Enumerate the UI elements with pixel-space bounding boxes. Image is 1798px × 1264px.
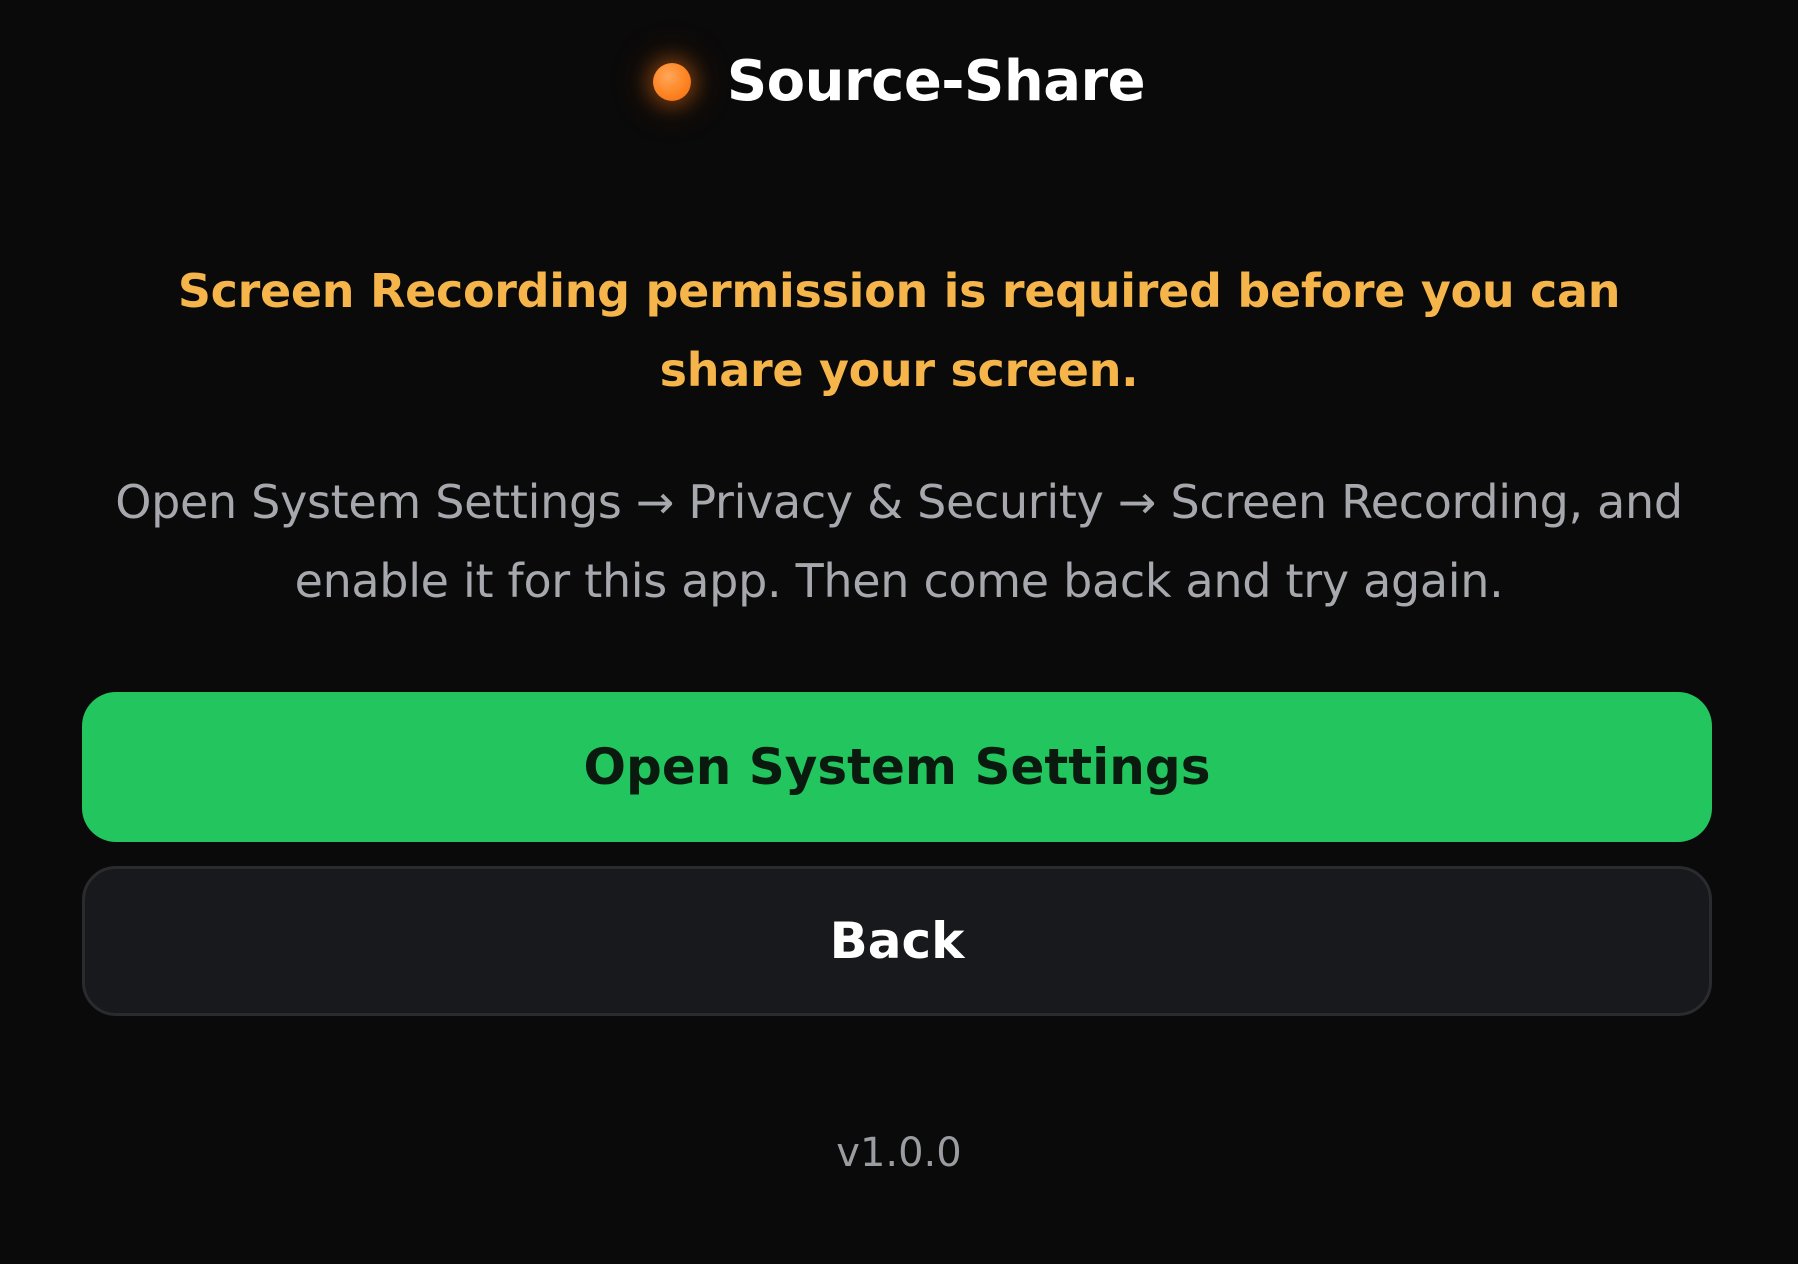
permission-warning: Screen Recording permission is required … xyxy=(177,264,1621,397)
app-header: Source-Share xyxy=(0,46,1798,118)
back-button[interactable]: Back xyxy=(82,866,1712,1016)
version-label: v1.0.0 xyxy=(836,1130,962,1176)
open-system-settings-button[interactable]: Open System Settings xyxy=(82,692,1712,842)
back-label: Back xyxy=(829,912,965,970)
app-title: Source-Share xyxy=(726,49,1146,114)
open-system-settings-label: Open System Settings xyxy=(583,738,1211,796)
permission-instructions: Open System Settings → Privacy & Securit… xyxy=(115,475,1683,608)
status-dot-icon xyxy=(652,63,691,101)
